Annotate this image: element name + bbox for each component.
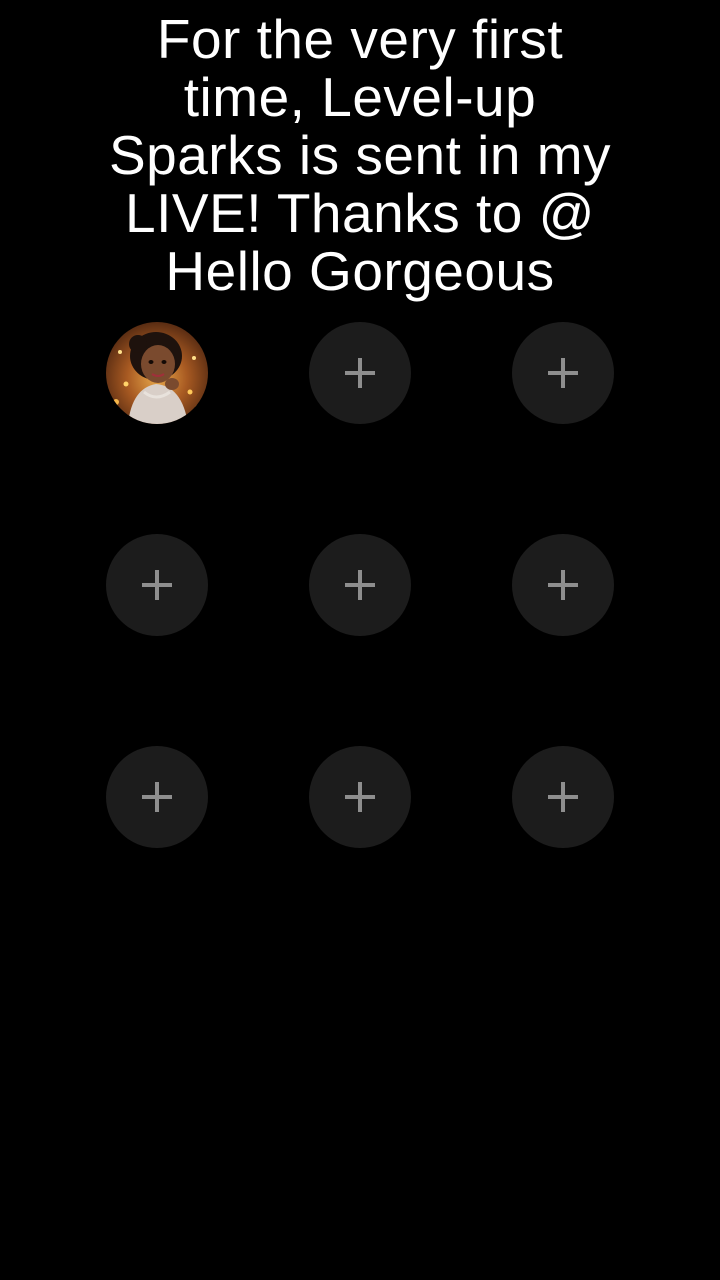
headline-line: Sparks is sent in my <box>108 124 612 186</box>
add-slot-button[interactable] <box>106 534 208 636</box>
plus-icon <box>548 782 578 812</box>
add-slot-button[interactable] <box>512 534 614 636</box>
plus-icon <box>345 570 375 600</box>
avatar-image <box>106 322 208 424</box>
plus-icon <box>142 570 172 600</box>
add-slot-button[interactable] <box>106 746 208 848</box>
add-slot-button[interactable] <box>512 322 614 424</box>
plus-icon <box>142 782 172 812</box>
add-slot-button[interactable] <box>512 746 614 848</box>
headline-line: time, Level-up <box>183 66 537 128</box>
plus-icon <box>548 358 578 388</box>
plus-icon <box>345 358 375 388</box>
plus-icon <box>548 570 578 600</box>
headline-line: For the very first <box>156 8 564 70</box>
supporter-avatar[interactable] <box>106 322 208 424</box>
add-slot-button[interactable] <box>309 322 411 424</box>
supporter-grid <box>106 322 614 848</box>
headline: For the very first time, Level-up Sparks… <box>40 10 680 300</box>
headline-line: Hello Gorgeous <box>165 240 555 302</box>
add-slot-button[interactable] <box>309 534 411 636</box>
add-slot-button[interactable] <box>309 746 411 848</box>
headline-line: LIVE! Thanks to @ <box>125 182 595 244</box>
plus-icon <box>345 782 375 812</box>
